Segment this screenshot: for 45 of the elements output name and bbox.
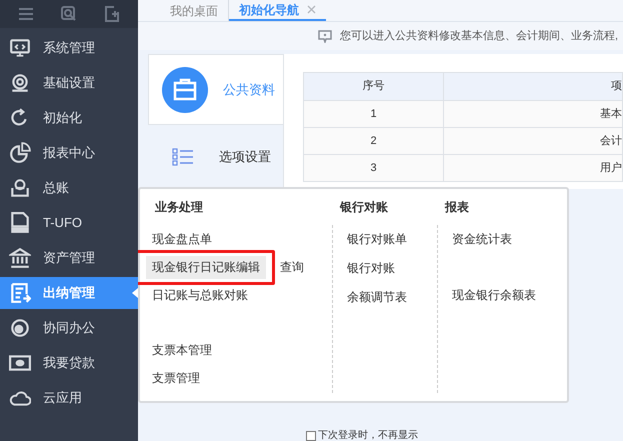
close-icon[interactable] <box>307 5 316 14</box>
column-header: 序号 <box>304 72 444 100</box>
menu-item[interactable]: 现金银行余额表 <box>446 284 542 307</box>
column-header: 项 <box>444 72 622 100</box>
sidebar-item[interactable]: 报表中心 <box>0 136 138 168</box>
sidebar-item[interactable]: 我要贷款 <box>0 346 138 378</box>
menu-icon[interactable] <box>18 7 34 21</box>
briefcase-icon <box>162 66 208 112</box>
menu-item[interactable]: 银行对账单 <box>341 228 413 251</box>
table-cell: 用户 <box>444 154 622 182</box>
menu-item-icon <box>9 246 31 268</box>
menu-item[interactable]: 余额调节表 <box>341 286 413 309</box>
menu-item[interactable]: 支票管理 <box>146 367 206 390</box>
query-link[interactable]: 查询 <box>280 258 304 276</box>
menu-item-icon <box>9 142 31 164</box>
checklist-icon <box>172 148 194 166</box>
checkbox-label: 下次登录时，不再显示 <box>318 430 418 441</box>
menu-item[interactable]: 银行对账 <box>341 257 401 280</box>
search-icon[interactable] <box>60 6 77 22</box>
sidebar-item[interactable]: 云应用 <box>0 382 138 414</box>
menu-section-title: 银行对账 <box>338 199 389 216</box>
menu-item[interactable]: 日记账与总账对账 <box>146 284 254 308</box>
add-icon[interactable] <box>104 6 120 22</box>
menu-item-icon <box>9 212 31 234</box>
checkbox[interactable] <box>306 430 316 440</box>
sidebar-item[interactable]: 初始化 <box>0 102 138 134</box>
menu-section-title: 业务处理 <box>154 199 204 216</box>
menu-item[interactable]: 支票本管理 <box>146 339 218 362</box>
menu-section-title: 报表 <box>444 199 470 216</box>
sidebar-item[interactable]: 协同办公 <box>0 312 138 344</box>
sidebar-item[interactable]: 总账 <box>0 172 138 204</box>
menu-item-icon <box>9 36 31 58</box>
sidebar-item[interactable]: 资产管理 <box>0 242 138 274</box>
message-icon <box>318 30 332 42</box>
menu-item-icon <box>9 316 31 338</box>
menu-item-icon <box>9 176 31 198</box>
sidebar-item[interactable]: T-UFO <box>0 206 138 238</box>
notice-text: 您可以进入公共资料修改基本信息、会计期间、业务流程, <box>340 28 618 44</box>
menu-item-icon <box>9 282 31 304</box>
menu-item[interactable]: 现金银行日记账编辑 <box>146 256 266 279</box>
sidebar-item[interactable]: 系统管理 <box>0 32 138 64</box>
table-cell: 3 <box>304 154 444 182</box>
menu-item[interactable]: 现金盘点单 <box>146 228 218 251</box>
sidebar-item[interactable]: 基础设置 <box>0 66 138 98</box>
menu-item[interactable]: 资金统计表 <box>446 228 518 251</box>
